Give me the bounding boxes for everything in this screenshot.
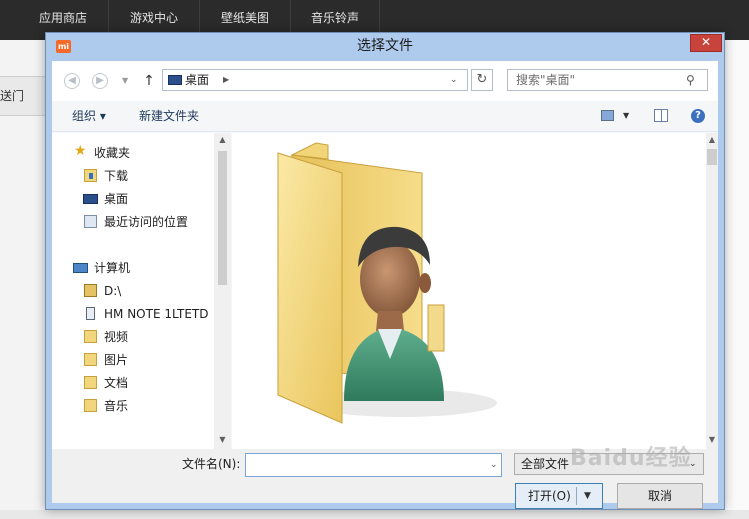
new-folder-button[interactable]: 新建文件夹: [139, 101, 199, 131]
address-bar-row: ◀ ▶ ▼ ↑ 桌面 ▶ ⌄ ↻ 搜索"桌面" ⚲: [52, 61, 718, 101]
nav-scroll-thumb[interactable]: [218, 151, 227, 285]
app-right-edge: [730, 40, 749, 519]
filename-input[interactable]: ⌄: [245, 453, 502, 477]
dialog-client-area: ◀ ▶ ▼ ↑ 桌面 ▶ ⌄ ↻ 搜索"桌面" ⚲ 组织 ▾ 新建文件夹 ▼ ?: [52, 61, 718, 509]
open-button[interactable]: 打开(O) ▼: [515, 483, 603, 509]
command-bar: 组织 ▾ 新建文件夹 ▼ ?: [52, 101, 718, 132]
nav-scrollbar[interactable]: ▲ ▼: [214, 133, 231, 449]
nav-pictures[interactable]: 图片: [52, 349, 210, 371]
dialog-title-bar[interactable]: mi 选择文件 ✕: [46, 33, 724, 60]
forward-icon[interactable]: ▶: [92, 73, 108, 89]
nav-videos-label: 视频: [104, 330, 129, 344]
refresh-icon[interactable]: ↻: [471, 69, 493, 91]
nav-recent-label: 最近访问的位置: [104, 215, 189, 229]
content-scrollbar[interactable]: ▲ ▼: [706, 133, 718, 449]
search-box[interactable]: 搜索"桌面" ⚲: [507, 69, 708, 91]
navigation-pane: ★ 收藏夹 下载 桌面 最近访问的位置 计算机 D:\ HM NOTE 1LTE…: [52, 133, 214, 449]
address-location[interactable]: 桌面: [185, 70, 209, 90]
scroll-down-icon[interactable]: ▼: [214, 435, 231, 444]
search-icon[interactable]: ⚲: [686, 70, 695, 90]
scroll-up-icon[interactable]: ▲: [214, 135, 231, 144]
star-icon: ★: [74, 143, 87, 159]
nav-computer-label: 计算机: [94, 261, 131, 275]
portal-button[interactable]: 传送门: [0, 76, 46, 116]
nav-phone-label: HM NOTE 1LTETD: [104, 307, 209, 321]
drive-icon: [84, 284, 97, 297]
recent-locations-chevron-icon[interactable]: ▼: [122, 73, 128, 89]
nav-phone-device[interactable]: HM NOTE 1LTETD: [52, 303, 210, 325]
nav-downloads-label: 下载: [104, 169, 129, 183]
cancel-button[interactable]: 取消: [617, 483, 703, 509]
nav-recent-places[interactable]: 最近访问的位置: [52, 211, 210, 233]
address-bar[interactable]: 桌面 ▶ ⌄: [162, 69, 468, 91]
open-split-divider: [576, 487, 577, 505]
close-button[interactable]: ✕: [690, 34, 722, 52]
desktop-icon: [83, 194, 98, 204]
change-view-icon[interactable]: [601, 110, 614, 121]
videos-folder-icon: [84, 330, 97, 343]
documents-folder-icon: [84, 376, 97, 389]
nav-pictures-label: 图片: [104, 353, 129, 367]
help-icon[interactable]: ?: [691, 109, 705, 123]
view-chevron-icon[interactable]: ▼: [623, 101, 629, 131]
desktop-icon: [168, 75, 182, 85]
search-input[interactable]: 搜索"桌面": [516, 70, 575, 90]
up-arrow-icon[interactable]: ↑: [142, 72, 156, 90]
filename-label: 文件名(N):: [182, 457, 241, 471]
nav-downloads[interactable]: 下载: [52, 165, 210, 187]
recent-places-icon: [84, 215, 97, 228]
filetype-value: 全部文件: [521, 457, 570, 471]
nav-drive-d[interactable]: D:\: [52, 280, 210, 302]
music-folder-icon: [84, 399, 97, 412]
nav-documents[interactable]: 文档: [52, 372, 210, 394]
phone-icon: [86, 307, 95, 320]
nav-documents-label: 文档: [104, 376, 129, 390]
nav-favorites-label: 收藏夹: [94, 146, 131, 160]
nav-music-label: 音乐: [104, 399, 129, 413]
address-dropdown-icon[interactable]: ⌄: [450, 70, 458, 90]
scroll-up-icon[interactable]: ▲: [706, 135, 718, 144]
nav-music[interactable]: 音乐: [52, 395, 210, 417]
nav-favorites[interactable]: ★ 收藏夹: [52, 142, 210, 164]
nav-computer[interactable]: 计算机: [52, 257, 210, 279]
open-dropdown-icon[interactable]: ▼: [584, 484, 591, 508]
portal-label: 传送门: [0, 89, 25, 103]
user-folder-illustration: [277, 142, 497, 424]
computer-icon: [73, 263, 88, 273]
baidu-watermark: Baidu经验: [570, 446, 692, 471]
file-open-dialog: mi 选择文件 ✕ ◀ ▶ ▼ ↑ 桌面 ▶ ⌄ ↻ 搜索"桌面" ⚲ 组织 ▾: [45, 32, 725, 510]
back-icon[interactable]: ◀: [64, 73, 80, 89]
app-bottom-edge: [0, 510, 749, 519]
dialog-title: 选择文件: [357, 38, 413, 54]
filename-dropdown-icon[interactable]: ⌄: [490, 454, 498, 476]
open-button-label: 打开(O): [528, 489, 571, 503]
content-scroll-thumb[interactable]: [707, 149, 717, 165]
breadcrumb-arrow-icon[interactable]: ▶: [223, 70, 229, 90]
file-list-area[interactable]: [232, 133, 706, 449]
nav-videos[interactable]: 视频: [52, 326, 210, 348]
nav-desktop-label: 桌面: [104, 192, 129, 206]
nav-drive-label: D:\: [104, 284, 122, 298]
nav-desktop[interactable]: 桌面: [52, 188, 210, 210]
organize-menu[interactable]: 组织 ▾: [72, 101, 106, 131]
preview-pane-icon[interactable]: [654, 109, 668, 122]
pictures-folder-icon: [84, 353, 97, 366]
downloads-folder-icon: [84, 169, 97, 182]
